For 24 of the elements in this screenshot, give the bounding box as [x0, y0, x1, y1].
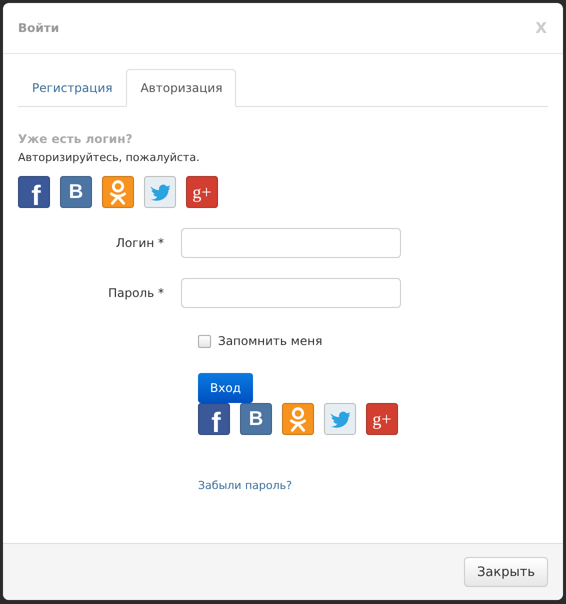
forgot-password-link[interactable]: Забыли пароль? — [198, 479, 292, 492]
login-button[interactable]: Вход — [198, 373, 253, 403]
checkbox[interactable] — [198, 334, 211, 348]
input-field[interactable] — [181, 278, 401, 308]
checkbox-label: Запомнить меня — [218, 334, 322, 348]
field-label: Логин * — [114, 236, 165, 250]
vk-icon[interactable]: B — [60, 176, 92, 208]
odnoklassniki-icon[interactable] — [282, 403, 314, 435]
google-plus-icon[interactable]: g+ — [366, 403, 398, 435]
section-heading: Уже есть логин? — [18, 132, 134, 146]
dialog-title: Войти — [18, 21, 60, 35]
google-plus-icon[interactable]: g+ — [186, 176, 218, 208]
facebook-icon[interactable]: f — [18, 176, 50, 208]
input-field[interactable] — [181, 228, 401, 258]
intro-text: Авторизируйтесь, пожалуйста. — [18, 151, 201, 164]
facebook-icon[interactable]: f — [198, 403, 230, 435]
tab[interactable]: Авторизация — [126, 69, 236, 107]
vk-icon[interactable]: B — [240, 403, 272, 435]
odnoklassniki-icon[interactable] — [102, 176, 134, 208]
twitter-icon[interactable] — [324, 403, 356, 435]
tab[interactable]: Регистрация — [18, 69, 126, 107]
field-label: Пароль * — [107, 286, 165, 300]
close-button[interactable]: Закрыть — [464, 557, 548, 587]
twitter-icon[interactable] — [144, 176, 176, 208]
